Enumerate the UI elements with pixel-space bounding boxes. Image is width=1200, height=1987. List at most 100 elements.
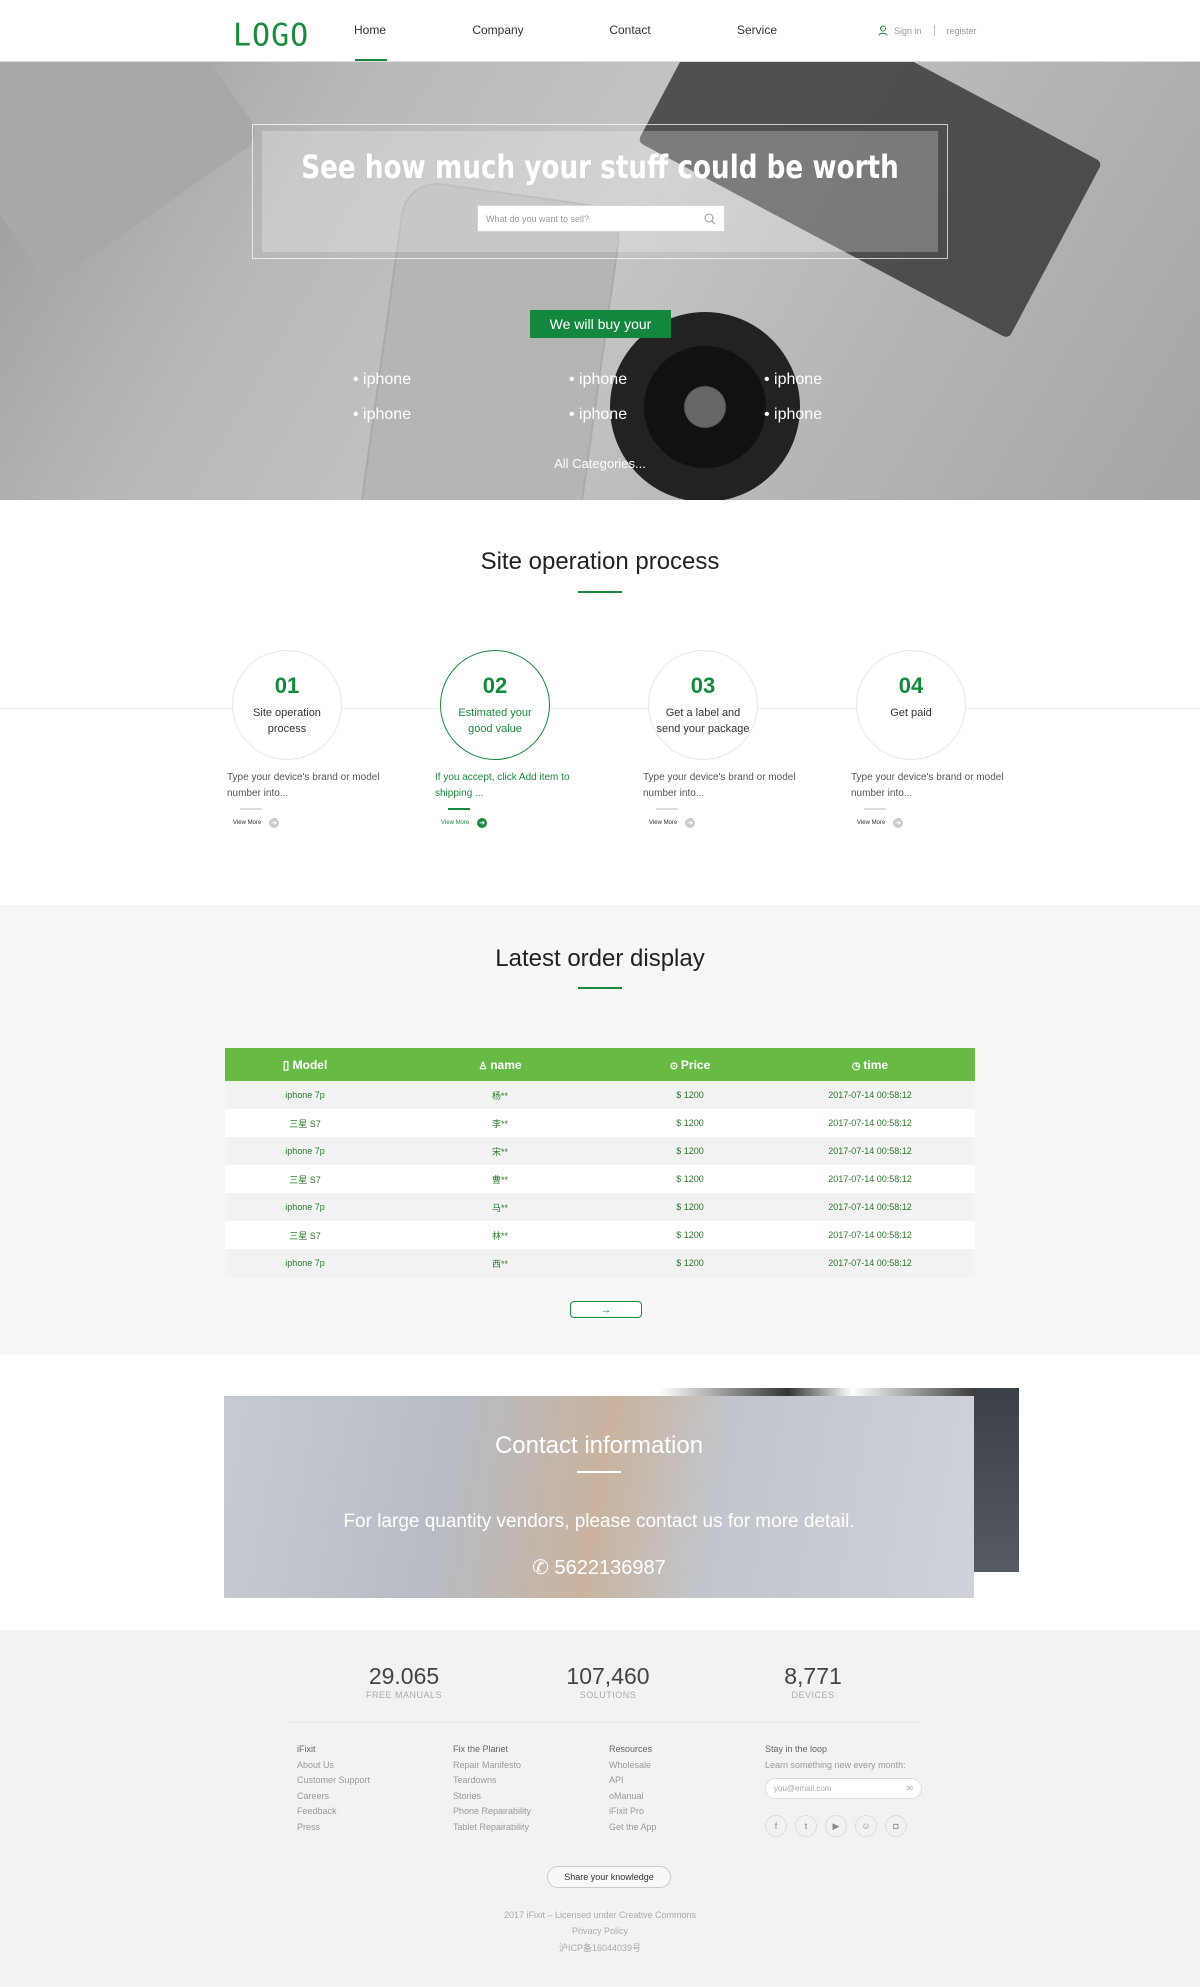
process-step: 03 Get a label and send your package Type…	[603, 650, 803, 828]
sell-search-input[interactable]: What do you want to sell?	[477, 205, 725, 232]
table-cell: iphone 7p	[285, 1202, 325, 1212]
table-row: iphone 7p 宋** $ 1200 2017-07-14 00:58:12	[225, 1137, 975, 1165]
arrow-right-icon: →	[600, 1303, 612, 1316]
sign-in-link[interactable]: Sign in	[894, 26, 922, 36]
footer-column: Fix the Planet Repair Manifesto Teardowns S…	[453, 1742, 531, 1836]
copyright: 2017 iFixit – Licensed under Creative Co…	[503, 1910, 697, 1920]
category-link[interactable]: • iphone	[569, 371, 627, 389]
next-page-button[interactable]: →	[570, 1301, 642, 1318]
section-title: Site operation process	[480, 548, 720, 575]
step-number: 03	[690, 673, 716, 698]
header: LOGO Home Company Contact Service Sign i…	[0, 0, 1200, 62]
step-description: Type your device's brand or model number…	[643, 772, 796, 799]
table-cell: $ 1200	[676, 1174, 704, 1184]
footer-link[interactable]: API	[609, 1775, 624, 1785]
youtube-icon[interactable]: ▶	[825, 1815, 847, 1837]
register-link[interactable]: register	[947, 26, 977, 36]
step-number: 02	[482, 673, 508, 698]
table-cell: $ 1200	[676, 1118, 704, 1128]
table-cell: 杨**	[491, 1090, 508, 1101]
title-underline	[578, 987, 622, 989]
footer-link[interactable]: Tablet Repairability	[453, 1822, 529, 1832]
table-header: ▯ Model ♙ name ⊙ Price ◷ time	[225, 1048, 975, 1081]
github-icon[interactable]: ☺	[855, 1815, 877, 1837]
arrow-right-icon: ➜	[893, 818, 904, 828]
title-underline	[578, 591, 622, 593]
we-will-buy-button[interactable]: We will buy your	[530, 310, 671, 338]
clock-icon: ◷	[851, 1060, 864, 1072]
view-more-link[interactable]: View More ➜	[187, 818, 387, 828]
category-link[interactable]: • iphone	[569, 406, 627, 424]
nav-home[interactable]: Home	[354, 23, 386, 37]
view-more-link[interactable]: View More ➜	[395, 818, 595, 828]
title-underline	[577, 1471, 621, 1473]
footer: 29.065 FREE MANUALS 107,460 SOLUTIONS 8,77…	[0, 1630, 1200, 1987]
table-cell: 2017-07-14 00:58:12	[828, 1202, 912, 1212]
category-link[interactable]: • iphone	[764, 371, 822, 389]
table-cell: 曹**	[491, 1174, 508, 1185]
process-step: 04 Get paid Type your device's brand or m…	[811, 650, 1011, 828]
newsletter-heading: Stay in the loop	[765, 1744, 828, 1754]
step-circle: 03 Get a label and send your package	[648, 650, 758, 760]
footer-link[interactable]: Phone Repairability	[453, 1806, 531, 1816]
col-price: ⊙ Price	[669, 1057, 711, 1072]
twitter-icon[interactable]: t	[795, 1815, 817, 1837]
footer-link[interactable]: About Us	[297, 1760, 334, 1770]
user-icon: ♙	[478, 1060, 491, 1072]
step-description: Type your device's brand or model number…	[227, 772, 380, 799]
footer-link[interactable]: Press	[297, 1822, 320, 1832]
contact-banner: Contact information For large quantity v…	[224, 1396, 974, 1598]
footer-link[interactable]: Stories	[453, 1791, 481, 1801]
user-icon	[878, 25, 888, 36]
facebook-icon[interactable]: f	[765, 1815, 787, 1837]
footer-link[interactable]: Get the App	[609, 1822, 657, 1832]
search-icon[interactable]	[704, 213, 716, 225]
contact-phone[interactable]: ✆ 5622136987	[224, 1555, 974, 1580]
table-cell: iphone 7p	[285, 1258, 325, 1268]
footer-column: iFixit About Us Customer Support Careers Fee…	[297, 1742, 370, 1836]
category-link[interactable]: • iphone	[353, 406, 411, 424]
step-divider	[864, 808, 886, 810]
currency-icon: ⊙	[669, 1060, 681, 1072]
process-line	[0, 708, 1200, 709]
table-cell: 马**	[491, 1202, 508, 1213]
privacy-policy-link[interactable]: Privacy Policy	[0, 1926, 1200, 1936]
nav-service[interactable]: Service	[737, 23, 777, 37]
step-label: Site operation process	[253, 707, 321, 735]
table-cell: $ 1200	[676, 1230, 704, 1240]
footer-link[interactable]: Careers	[297, 1791, 329, 1801]
footer-heading: Resources	[609, 1744, 653, 1754]
table-cell: 2017-07-14 00:58:12	[828, 1258, 912, 1268]
view-more-link[interactable]: View More ➜	[603, 818, 803, 828]
step-circle: 04 Get paid	[856, 650, 966, 760]
table-cell: 2017-07-14 00:58:12	[828, 1174, 912, 1184]
col-name: ♙ name	[478, 1057, 522, 1072]
footer-link[interactable]: oManual	[609, 1791, 644, 1801]
search-placeholder: What do you want to sell?	[486, 213, 590, 224]
table-cell: iphone 7p	[285, 1090, 325, 1100]
table-cell: 三星 S7	[289, 1118, 321, 1129]
category-link[interactable]: • iphone	[764, 406, 822, 424]
category-link[interactable]: • iphone	[353, 371, 411, 389]
footer-link[interactable]: iFixit Pro	[609, 1806, 644, 1816]
mail-icon[interactable]: ✉	[906, 1784, 913, 1793]
logo[interactable]: LOGO	[233, 17, 309, 54]
arrow-right-icon: ➜	[269, 818, 280, 828]
table-cell: $ 1200	[676, 1258, 704, 1268]
share-knowledge-button[interactable]: Share your knowledge	[547, 1866, 671, 1888]
footer-link[interactable]: Wholesale	[609, 1760, 651, 1770]
nav-company[interactable]: Company	[472, 23, 523, 37]
footer-link[interactable]: Teardowns	[453, 1775, 497, 1785]
nav-contact[interactable]: Contact	[609, 23, 650, 37]
view-more-link[interactable]: View More ➜	[811, 818, 1011, 828]
arrow-right-icon: ➜	[685, 818, 696, 828]
stat-manuals: 29.065 FREE MANUALS	[365, 1663, 443, 1700]
footer-link[interactable]: Feedback	[297, 1806, 337, 1816]
instagram-icon[interactable]: ◘	[885, 1815, 907, 1837]
table-cell: 2017-07-14 00:58:12	[828, 1146, 912, 1156]
footer-link[interactable]: Repair Manifesto	[453, 1760, 521, 1770]
stat-devices: 8,771 DEVICES	[784, 1663, 842, 1700]
footer-link[interactable]: Customer Support	[297, 1775, 370, 1785]
all-categories-link[interactable]: All Categories...	[0, 456, 1200, 471]
email-input[interactable]: you@email.com ✉	[765, 1778, 922, 1799]
